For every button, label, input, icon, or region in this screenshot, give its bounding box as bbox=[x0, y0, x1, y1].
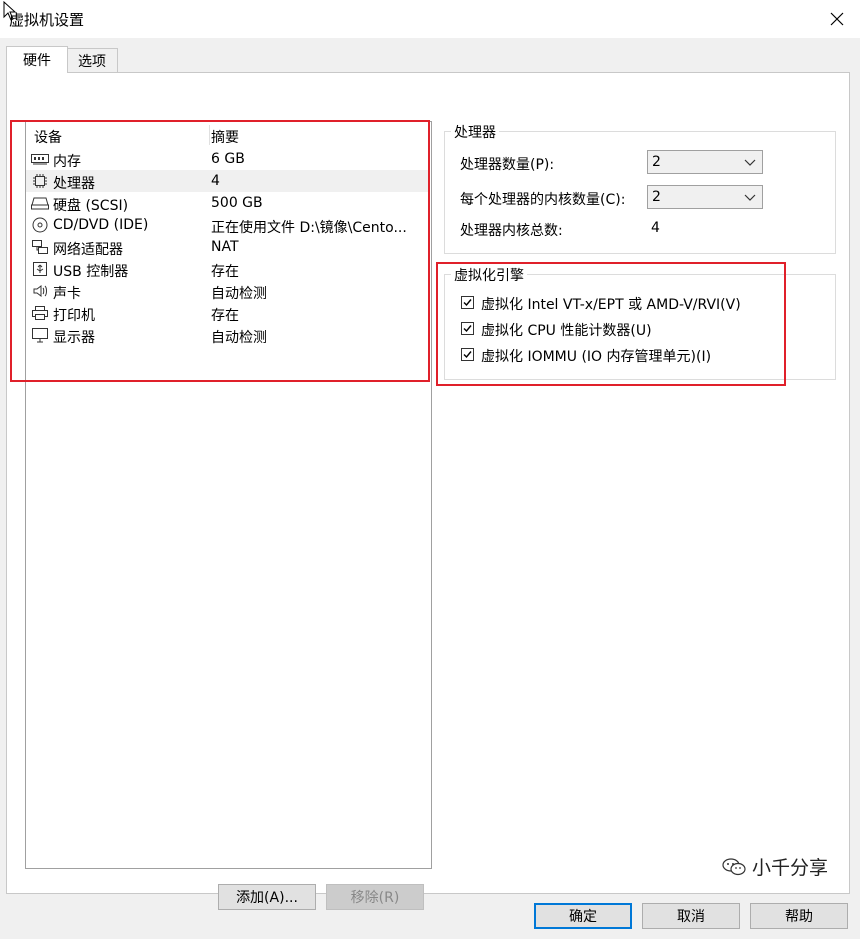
processor-count-select[interactable]: 2 bbox=[647, 150, 763, 174]
virtualize-cpu-counters-label[interactable]: 虚拟化 CPU 性能计数器(U) bbox=[481, 320, 652, 340]
processor-group-title: 处理器 bbox=[451, 122, 499, 142]
virtualization-engine-group: 虚拟化引擎 虚拟化 Intel VT-x/EPT 或 AMD-V/RVI(V) … bbox=[444, 265, 836, 380]
device-row-hard-disk[interactable]: 硬盘 (SCSI) 500 GB bbox=[26, 192, 429, 214]
ok-button-label: 确定 bbox=[569, 909, 597, 925]
checkmark-icon bbox=[463, 299, 472, 307]
device-summary: 自动检测 bbox=[211, 330, 267, 346]
device-list-header: 设备 摘要 bbox=[26, 122, 431, 146]
device-row-network-adapter[interactable]: 网络适配器 NAT bbox=[26, 236, 429, 258]
usb-icon bbox=[31, 261, 49, 277]
device-name: CD/DVD (IDE) bbox=[53, 217, 149, 233]
dialog-body: 硬件 选项 设备 摘要 内存 6 GB 处理器 4 硬盘 (SCSI) 500 … bbox=[0, 38, 860, 939]
virtualize-cpu-counters-checkbox[interactable] bbox=[461, 322, 474, 335]
chevron-down-icon bbox=[744, 159, 756, 166]
column-header-summary[interactable]: 摘要 bbox=[211, 127, 239, 147]
help-button-label: 帮助 bbox=[785, 909, 813, 925]
device-name: 显示器 bbox=[53, 330, 95, 346]
device-row-sound-card[interactable]: 声卡 自动检测 bbox=[26, 280, 429, 302]
memory-icon bbox=[31, 151, 49, 167]
tab-hardware[interactable]: 硬件 bbox=[6, 46, 68, 73]
cd-dvd-icon bbox=[31, 217, 49, 233]
device-name: 内存 bbox=[53, 154, 81, 170]
network-adapter-icon bbox=[31, 239, 49, 255]
ok-button[interactable]: 确定 bbox=[534, 903, 632, 929]
device-name: 网络适配器 bbox=[53, 242, 123, 258]
cancel-button-label: 取消 bbox=[677, 909, 705, 925]
remove-device-button-label: 移除(R) bbox=[350, 890, 400, 906]
cores-per-processor-label: 每个处理器的内核数量(C): bbox=[460, 192, 626, 208]
title-bar: 虚拟机设置 bbox=[0, 0, 860, 38]
device-name: 声卡 bbox=[53, 286, 81, 302]
column-header-device[interactable]: 设备 bbox=[34, 127, 62, 147]
watermark-text: 小千分享 bbox=[752, 857, 829, 879]
wechat-icon bbox=[722, 857, 746, 875]
device-summary: 6 GB bbox=[211, 151, 245, 167]
display-icon bbox=[31, 327, 49, 343]
total-cores-value: 4 bbox=[651, 220, 660, 236]
checkmark-icon bbox=[463, 325, 472, 333]
device-summary: 自动检测 bbox=[211, 286, 267, 302]
close-button[interactable] bbox=[814, 0, 860, 38]
device-summary: 存在 bbox=[211, 264, 239, 280]
device-row-processor[interactable]: 处理器 4 bbox=[26, 170, 429, 192]
window-title: 虚拟机设置 bbox=[9, 11, 85, 29]
device-row-usb[interactable]: USB 控制器 存在 bbox=[26, 258, 429, 280]
device-summary: NAT bbox=[211, 239, 239, 255]
device-row-memory[interactable]: 内存 6 GB bbox=[26, 148, 429, 170]
sound-card-icon bbox=[31, 283, 49, 299]
virtualize-vtx-label[interactable]: 虚拟化 Intel VT-x/EPT 或 AMD-V/RVI(V) bbox=[481, 294, 741, 314]
device-row-cd-dvd[interactable]: CD/DVD (IDE) 正在使用文件 D:\镜像\Cento... bbox=[26, 214, 429, 236]
help-button[interactable]: 帮助 bbox=[750, 903, 848, 929]
device-list[interactable]: 设备 摘要 内存 6 GB 处理器 4 硬盘 (SCSI) 500 GB CD/… bbox=[25, 121, 432, 869]
device-row-display[interactable]: 显示器 自动检测 bbox=[26, 324, 429, 346]
processor-icon bbox=[31, 173, 49, 189]
device-name: 打印机 bbox=[53, 308, 95, 324]
watermark: 小千分享 bbox=[722, 853, 828, 880]
device-summary: 正在使用文件 D:\镜像\Cento... bbox=[211, 220, 407, 236]
checkmark-icon bbox=[463, 351, 472, 359]
hardware-tab-panel: 设备 摘要 内存 6 GB 处理器 4 硬盘 (SCSI) 500 GB CD/… bbox=[6, 72, 850, 910]
device-name: 硬盘 (SCSI) bbox=[53, 198, 129, 214]
virtualize-iommu-label[interactable]: 虚拟化 IOMMU (IO 内存管理单元)(I) bbox=[481, 346, 711, 366]
hard-disk-icon bbox=[31, 195, 49, 211]
tab-options-label: 选项 bbox=[78, 54, 106, 70]
virtualize-iommu-checkbox[interactable] bbox=[461, 348, 474, 361]
add-device-button[interactable]: 添加(A)... bbox=[218, 884, 316, 910]
tab-hardware-label: 硬件 bbox=[23, 53, 51, 69]
total-cores-label: 处理器内核总数: bbox=[460, 223, 563, 239]
processor-count-value: 2 bbox=[652, 154, 661, 170]
processor-group: 处理器 处理器数量(P): 2 每个处理器的内核数量(C): 2 处理器内核总数… bbox=[444, 122, 836, 254]
device-summary: 500 GB bbox=[211, 195, 263, 211]
virtualize-vtx-checkbox[interactable] bbox=[461, 296, 474, 309]
tab-options[interactable]: 选项 bbox=[66, 48, 118, 73]
column-separator[interactable] bbox=[209, 125, 210, 145]
close-icon bbox=[830, 12, 844, 26]
printer-icon bbox=[31, 305, 49, 321]
processor-count-label: 处理器数量(P): bbox=[460, 157, 555, 173]
virtualization-engine-group-title: 虚拟化引擎 bbox=[451, 265, 527, 285]
remove-device-button[interactable]: 移除(R) bbox=[326, 884, 424, 910]
device-name: USB 控制器 bbox=[53, 264, 129, 280]
device-summary: 4 bbox=[211, 173, 220, 189]
device-name: 处理器 bbox=[53, 176, 95, 192]
chevron-down-icon bbox=[744, 194, 756, 201]
add-device-button-label: 添加(A)... bbox=[236, 890, 298, 906]
cancel-button[interactable]: 取消 bbox=[642, 903, 740, 929]
device-row-printer[interactable]: 打印机 存在 bbox=[26, 302, 429, 324]
device-summary: 存在 bbox=[211, 308, 239, 324]
cores-per-processor-select[interactable]: 2 bbox=[647, 185, 763, 209]
cores-per-processor-value: 2 bbox=[652, 189, 661, 205]
